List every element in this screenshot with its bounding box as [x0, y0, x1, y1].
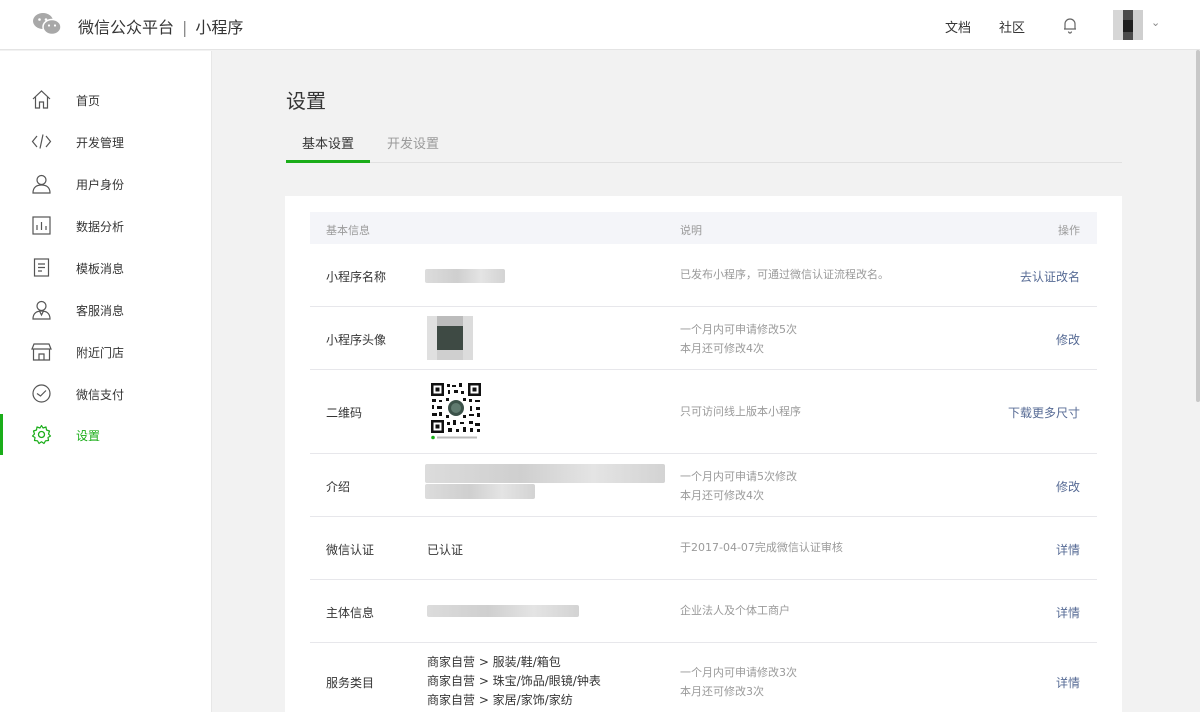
- description-line: 本月还可修改4次: [680, 489, 764, 502]
- sidebar-item-label: 首页: [76, 94, 101, 108]
- tab-dev-settings[interactable]: 开发设置: [387, 126, 439, 163]
- description-line: 本月还可修改4次: [680, 342, 764, 355]
- blurred-intro-text: [425, 464, 665, 483]
- sidebar-item-label: 附近门店: [76, 346, 125, 360]
- certification-details-link[interactable]: 详情: [1056, 541, 1080, 558]
- row-label: 小程序名称: [326, 270, 387, 284]
- blurred-app-name: [425, 269, 505, 283]
- docs-link[interactable]: 文档: [945, 17, 971, 36]
- download-sizes-link[interactable]: 下载更多尺寸: [1008, 404, 1080, 421]
- blurred-subject-name: [427, 605, 579, 617]
- sidebar-item-settings[interactable]: 设置: [0, 414, 211, 455]
- column-header-basic-info: 基本信息: [326, 224, 370, 237]
- table-row-avatar: 小程序头像 一个月内可申请修改5次 本月还可修改4次 修改: [310, 307, 1097, 370]
- blurred-intro-text: [425, 484, 535, 499]
- sidebar-item-home[interactable]: 首页: [0, 79, 211, 120]
- platform-title[interactable]: 微信公众平台 | 小程序: [78, 14, 243, 38]
- table-row-intro: 介绍 一个月内可申请5次修改 本月还可修改4次 修改: [310, 454, 1097, 517]
- bell-icon[interactable]: [1061, 16, 1079, 34]
- column-header-action: 操作: [1058, 224, 1080, 237]
- table-header: 基本信息 说明 操作: [310, 212, 1097, 244]
- document-icon: [33, 258, 50, 277]
- chevron-down-icon[interactable]: ⌄: [1151, 16, 1160, 29]
- column-header-description: 说明: [680, 224, 702, 237]
- scrollbar[interactable]: [1196, 50, 1200, 402]
- row-label: 服务类目: [326, 676, 375, 690]
- row-description: 于2017-04-07完成微信认证审核: [680, 541, 843, 554]
- category-item: 商家自营 > 家居/家饰/家纺: [427, 693, 573, 707]
- sidebar: 首页 开发管理 用户身份 数据分析 模板消息 客服消息 附近门店 微信支付 设置: [0, 51, 212, 712]
- community-link[interactable]: 社区: [999, 17, 1025, 36]
- description-line: 一个月内可申请修改3次: [680, 666, 797, 679]
- sidebar-item-label: 开发管理: [76, 136, 125, 150]
- sidebar-item-label: 用户身份: [76, 178, 125, 192]
- table-row-name: 小程序名称 已发布小程序，可通过微信认证流程改名。 去认证改名: [310, 244, 1097, 307]
- settings-card: 基本信息 说明 操作 小程序名称 已发布小程序，可通过微信认证流程改名。 去认证…: [285, 196, 1122, 712]
- sidebar-item-label: 数据分析: [76, 220, 125, 234]
- gear-icon: [31, 424, 52, 445]
- qr-code-image: [430, 382, 482, 440]
- description-line: 本月还可修改3次: [680, 685, 764, 698]
- sidebar-item-wechat-pay[interactable]: 微信支付: [0, 373, 211, 414]
- description-line: 一个月内可申请修改5次: [680, 323, 797, 336]
- sidebar-item-label: 模板消息: [76, 262, 125, 276]
- product-name: 小程序: [195, 18, 244, 37]
- brand-separator: |: [182, 18, 188, 37]
- modify-intro-link[interactable]: 修改: [1056, 478, 1080, 495]
- sidebar-item-label: 设置: [76, 429, 101, 443]
- code-icon: [31, 134, 52, 149]
- row-description: 已发布小程序，可通过微信认证流程改名。: [680, 268, 889, 281]
- row-label: 二维码: [326, 406, 363, 420]
- service-category-list: 商家自营 > 服装/鞋/箱包 商家自营 > 珠宝/饰品/眼镜/钟表 商家自营 >…: [427, 653, 601, 710]
- table-row-service-category: 服务类目 商家自营 > 服装/鞋/箱包 商家自营 > 珠宝/饰品/眼镜/钟表 商…: [310, 643, 1097, 712]
- row-label: 介绍: [326, 480, 351, 494]
- category-details-link[interactable]: 详情: [1056, 674, 1080, 691]
- app-avatar-image: [427, 316, 473, 360]
- certification-status: 已认证: [427, 543, 464, 557]
- sidebar-item-dev-management[interactable]: 开发管理: [0, 121, 211, 162]
- sidebar-item-label: 微信支付: [76, 388, 125, 402]
- modify-avatar-link[interactable]: 修改: [1056, 331, 1080, 348]
- customer-service-icon: [32, 300, 51, 320]
- sidebar-item-user-identity[interactable]: 用户身份: [0, 163, 211, 204]
- table-row-subject-info: 主体信息 企业法人及个体工商户 详情: [310, 580, 1097, 643]
- table-row-certification: 微信认证 已认证 于2017-04-07完成微信认证审核 详情: [310, 517, 1097, 580]
- chart-icon: [32, 216, 51, 235]
- top-header: 微信公众平台 | 小程序 文档 社区 ⌄: [0, 0, 1200, 50]
- certify-rename-link[interactable]: 去认证改名: [1020, 268, 1080, 285]
- row-description: 一个月内可申请5次修改 本月还可修改4次: [680, 467, 797, 505]
- category-item: 商家自营 > 服装/鞋/箱包: [427, 655, 561, 669]
- tab-basic-settings[interactable]: 基本设置: [286, 126, 371, 163]
- subject-details-link[interactable]: 详情: [1056, 604, 1080, 621]
- description-line: 一个月内可申请5次修改: [680, 470, 797, 483]
- row-description: 只可访问线上版本小程序: [680, 405, 801, 418]
- row-label: 微信认证: [326, 543, 375, 557]
- user-avatar[interactable]: [1113, 10, 1143, 40]
- home-icon: [32, 90, 51, 109]
- page-title: 设置: [286, 89, 326, 113]
- sidebar-item-data-analysis[interactable]: 数据分析: [0, 205, 211, 246]
- row-label: 主体信息: [326, 606, 375, 620]
- pay-icon: [32, 384, 51, 403]
- sidebar-item-label: 客服消息: [76, 304, 125, 318]
- sidebar-item-customer-service[interactable]: 客服消息: [0, 289, 211, 330]
- user-icon: [32, 174, 51, 194]
- wechat-logo-icon[interactable]: [32, 12, 62, 36]
- row-description: 一个月内可申请修改3次 本月还可修改3次: [680, 663, 797, 701]
- table-row-qrcode: 二维码 只可访问线上版本小程序 下载更多尺寸: [310, 370, 1097, 454]
- brand-name: 微信公众平台: [78, 18, 175, 37]
- sidebar-item-nearby-stores[interactable]: 附近门店: [0, 331, 211, 372]
- row-description: 一个月内可申请修改5次 本月还可修改4次: [680, 320, 797, 358]
- category-item: 商家自营 > 珠宝/饰品/眼镜/钟表: [427, 674, 601, 688]
- tab-bar: 基本设置 开发设置: [286, 126, 1122, 163]
- sidebar-item-template-messages[interactable]: 模板消息: [0, 247, 211, 288]
- row-label: 小程序头像: [326, 333, 387, 347]
- row-description: 企业法人及个体工商户: [680, 604, 790, 617]
- store-icon: [31, 343, 52, 361]
